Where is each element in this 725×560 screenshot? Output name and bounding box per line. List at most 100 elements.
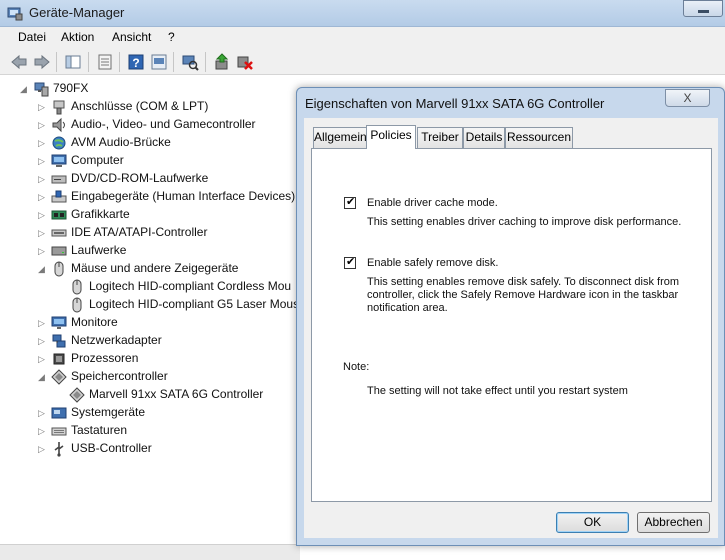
expand-arrow-icon[interactable]: ▷: [38, 407, 48, 419]
cancel-button[interactable]: Abbrechen: [637, 512, 710, 533]
safely-remove-label: Enable safely remove disk.: [367, 257, 499, 269]
tree-device[interactable]: Marvell 91xx SATA 6G Controller: [0, 386, 300, 404]
expand-arrow-icon[interactable]: ▷: [38, 191, 48, 203]
mouse-icon: [54, 261, 64, 277]
expand-arrow-icon[interactable]: ▷: [38, 101, 48, 113]
expand-arrow-icon[interactable]: ▷: [38, 425, 48, 437]
tree-item-label: Marvell 91xx SATA 6G Controller: [89, 387, 264, 401]
properties-icon[interactable]: [96, 53, 114, 71]
tree-item-label: Speichercontroller: [71, 369, 168, 383]
expand-arrow-icon[interactable]: ▷: [38, 245, 48, 257]
driver-cache-label: Enable driver cache mode.: [367, 197, 498, 209]
tree-category[interactable]: ▷ Audio-, Video- und Gamecontroller: [0, 116, 300, 134]
expand-arrow-icon[interactable]: ▷: [38, 227, 48, 239]
tree-device[interactable]: Logitech HID-compliant G5 Laser Mous: [0, 296, 300, 314]
title-bar: Geräte-Manager: [0, 0, 725, 27]
tree-category[interactable]: ▷ Anschlüsse (COM & LPT): [0, 98, 300, 116]
show-hidden-icon[interactable]: [150, 53, 168, 71]
minimize-button[interactable]: [683, 0, 723, 17]
expand-arrow-icon[interactable]: ▷: [38, 173, 48, 185]
menu-help[interactable]: ?: [168, 30, 175, 44]
tree-device[interactable]: Logitech HID-compliant Cordless Mou: [0, 278, 300, 296]
menu-aktion[interactable]: Aktion: [61, 30, 94, 44]
driver-cache-description: This setting enables driver caching to i…: [367, 216, 682, 228]
collapse-arrow-icon[interactable]: ◢: [20, 83, 30, 95]
tab-details[interactable]: Details: [463, 127, 505, 148]
hid-icon: [51, 190, 67, 203]
tree-root[interactable]: ◢ 790FX: [0, 80, 300, 98]
close-icon: X: [683, 91, 692, 105]
policies-tab-page: Enable driver cache mode. This setting e…: [311, 148, 712, 502]
forward-icon[interactable]: [33, 53, 51, 71]
dvd-drive-icon: [51, 175, 67, 184]
tree-category[interactable]: ▷ IDE ATA/ATAPI-Controller: [0, 224, 300, 242]
safely-remove-checkbox[interactable]: [344, 255, 356, 269]
tree-item-label: IDE ATA/ATAPI-Controller: [71, 225, 208, 239]
window-title: Geräte-Manager: [29, 5, 125, 20]
tree-item-label: 790FX: [53, 81, 89, 95]
tree-category[interactable]: ◢ Speichercontroller: [0, 368, 300, 386]
tree-category[interactable]: ▷ Eingabegeräte (Human Interface Devices): [0, 188, 300, 206]
tab-allgemein[interactable]: Allgemein: [313, 127, 367, 148]
storage-controller-icon: [51, 369, 67, 385]
tree-category[interactable]: ▷ USB-Controller: [0, 440, 300, 458]
tree-item-label: Netzwerkadapter: [71, 333, 162, 347]
tree-item-label: Mäuse und andere Zeigegeräte: [71, 261, 239, 275]
help-icon[interactable]: ?: [127, 53, 145, 71]
scan-hardware-icon[interactable]: [181, 53, 199, 71]
expand-arrow-icon[interactable]: ▷: [38, 209, 48, 221]
dialog-close-button[interactable]: X: [665, 89, 710, 107]
tree-item-label: Systemgeräte: [71, 405, 146, 419]
tab-ressourcen[interactable]: Ressourcen: [505, 127, 573, 148]
show-hide-tree-icon[interactable]: [64, 53, 82, 71]
tree-item-label: USB-Controller: [71, 441, 152, 455]
horizontal-scrollbar[interactable]: [0, 544, 300, 560]
usb-icon: [54, 442, 64, 457]
collapse-arrow-icon[interactable]: ◢: [38, 371, 48, 383]
computer-icon: [51, 154, 67, 167]
tree-category[interactable]: ▷ Laufwerke: [0, 242, 300, 260]
back-icon[interactable]: [10, 53, 28, 71]
tree-category[interactable]: ▷ Netzwerkadapter: [0, 332, 300, 350]
driver-cache-checkbox[interactable]: [344, 195, 356, 209]
monitor-icon: [51, 316, 67, 329]
tree-category[interactable]: ▷ Tastaturen: [0, 422, 300, 440]
collapse-arrow-icon[interactable]: ◢: [38, 263, 48, 275]
tree-item-label: AVM Audio-Brücke: [71, 135, 171, 149]
tree-category[interactable]: ▷ Prozessoren: [0, 350, 300, 368]
tree-category[interactable]: ◢ Mäuse und andere Zeigegeräte: [0, 260, 300, 278]
tab-policies[interactable]: Policies: [366, 125, 416, 149]
toolbar-separator: [56, 52, 57, 72]
expand-arrow-icon[interactable]: ▷: [38, 155, 48, 167]
tree-category[interactable]: ▷ Computer: [0, 152, 300, 170]
update-driver-icon[interactable]: [213, 53, 231, 71]
ok-button[interactable]: OK: [556, 512, 629, 533]
tree-item-label: Prozessoren: [71, 351, 139, 365]
expand-arrow-icon[interactable]: ▷: [38, 335, 48, 347]
processor-icon: [53, 353, 65, 365]
expand-arrow-icon[interactable]: ▷: [38, 317, 48, 329]
dialog-client-area: Allgemein Policies Treiber Details Resso…: [304, 118, 718, 538]
expand-arrow-icon[interactable]: ▷: [38, 443, 48, 455]
ide-icon: [51, 229, 67, 237]
tab-treiber[interactable]: Treiber: [417, 127, 463, 148]
display-adapter-icon: [51, 210, 67, 220]
expand-arrow-icon[interactable]: ▷: [38, 119, 48, 131]
tree-item-label: Monitore: [71, 315, 118, 329]
mouse-icon: [72, 297, 82, 313]
uninstall-icon[interactable]: [236, 53, 254, 71]
tree-item-label: Logitech HID-compliant G5 Laser Mous: [89, 297, 300, 311]
tree-item-label: Eingabegeräte (Human Interface Devices): [71, 189, 296, 203]
expand-arrow-icon[interactable]: ▷: [38, 353, 48, 365]
menu-ansicht[interactable]: Ansicht: [112, 30, 151, 44]
tree-category[interactable]: ▷ Grafikkarte: [0, 206, 300, 224]
tree-category[interactable]: ▷ DVD/CD-ROM-Laufwerke: [0, 170, 300, 188]
expand-arrow-icon[interactable]: ▷: [38, 137, 48, 149]
mouse-icon: [72, 279, 82, 295]
tree-category[interactable]: ▷ Systemgeräte: [0, 404, 300, 422]
menu-datei[interactable]: Datei: [18, 30, 46, 44]
tree-category[interactable]: ▷ Monitore: [0, 314, 300, 332]
toolbar-separator: [173, 52, 174, 72]
toolbar-separator: [119, 52, 120, 72]
tree-category[interactable]: ▷ AVM Audio-Brücke: [0, 134, 300, 152]
